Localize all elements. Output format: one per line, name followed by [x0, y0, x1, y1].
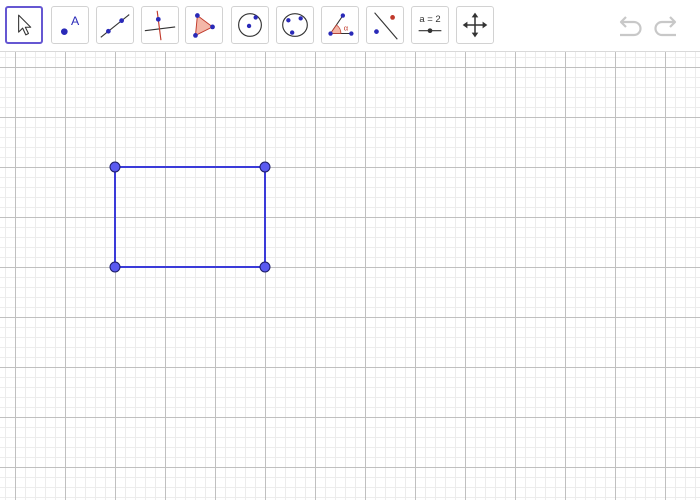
undo-button[interactable]: [614, 12, 644, 40]
slider-tool-label: a = 2: [419, 14, 440, 25]
angle-tool-label: α: [344, 24, 349, 33]
vertex-point[interactable]: [109, 261, 121, 273]
vertex-point[interactable]: [109, 161, 121, 173]
slider-icon: a = 2: [418, 14, 442, 34]
redo-button[interactable]: [652, 12, 682, 40]
point-tool-label: A: [71, 14, 80, 28]
circle-tool-button[interactable]: [231, 6, 269, 44]
toolbar: A α a = 2: [0, 0, 700, 52]
angle-icon: α: [328, 13, 354, 36]
move-graphics-view-icon: [462, 12, 488, 38]
move-cursor-icon: [18, 14, 32, 36]
move-graphics-view-tool-button[interactable]: [456, 6, 494, 44]
graphics-view[interactable]: [0, 52, 700, 500]
grid-minor-lines: [0, 52, 700, 500]
point-tool-button[interactable]: A: [51, 6, 89, 44]
polygon-tool-button[interactable]: [185, 6, 223, 44]
circle-three-points-tool-button[interactable]: [276, 6, 314, 44]
slider-tool-button[interactable]: a = 2: [411, 6, 449, 44]
undo-icon: [619, 16, 642, 37]
vertex-point[interactable]: [259, 261, 271, 273]
circle-through-three-points-icon: [282, 13, 308, 37]
reflect-about-line-icon: [374, 12, 398, 40]
vertex-point[interactable]: [259, 161, 271, 173]
reflect-tool-button[interactable]: [366, 6, 404, 44]
graphics-canvas[interactable]: [0, 52, 700, 500]
angle-tool-button[interactable]: α: [321, 6, 359, 44]
point-icon: A: [61, 14, 80, 35]
redo-icon: [654, 16, 677, 37]
perpendicular-line-tool-button[interactable]: [141, 6, 179, 44]
perpendicular-line-icon: [144, 10, 176, 41]
line-through-two-points-icon: [100, 14, 130, 38]
move-tool-button[interactable]: [5, 6, 43, 44]
polygon-icon: [193, 13, 215, 38]
circle-center-point-icon: [238, 13, 262, 37]
line-tool-button[interactable]: [96, 6, 134, 44]
